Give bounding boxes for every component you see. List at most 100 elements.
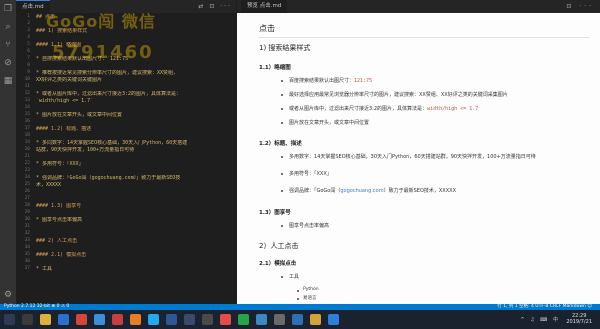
list-item: 工具 — [289, 274, 300, 280]
app-icon[interactable] — [94, 314, 105, 325]
edge-browser-icon[interactable] — [58, 314, 69, 325]
taskbar: ^ ♫ ⌨ 中 22:29 2019/7/21 — [0, 310, 600, 329]
vscode-icon[interactable] — [148, 314, 159, 325]
app-icon[interactable] — [112, 314, 123, 325]
line-number: 31 — [24, 224, 30, 229]
line-number: 21 — [24, 154, 30, 159]
code-line[interactable]: `width/high <= 1.7` — [36, 98, 232, 105]
line-number: 26 — [24, 189, 30, 194]
preview-tab[interactable]: 预览 点击.md — [241, 0, 288, 13]
list-item: 多用数字：14天掌握SEO核心基础，30天入门Python，60天搭建站群，90… — [289, 154, 536, 160]
activity-bar: ❐ ⌕ ⑂ ⊘ ▦ ⚙ — [0, 0, 16, 304]
code-line[interactable]: XX好评之类的关键词关键图片 — [36, 77, 232, 84]
sub-list-item: 易语言 — [303, 296, 317, 301]
app-icon[interactable] — [292, 314, 303, 325]
code-line[interactable]: * 推荐按搜近常见搜索分辨率尺寸的图片，建议搜索：XX赞组， — [36, 70, 232, 77]
app-icon[interactable] — [202, 314, 213, 325]
file-explorer-icon[interactable] — [40, 314, 51, 325]
line-number: 22 — [24, 161, 30, 166]
line-number: 19 — [24, 140, 30, 145]
line-number: 12 — [24, 91, 30, 96]
list-item: 多用符号：「XXX」 — [289, 171, 332, 177]
chrome-icon[interactable] — [76, 314, 87, 325]
line-number: 1 — [27, 14, 30, 19]
code-line[interactable]: #### 2.1) 模拟点击 — [36, 252, 232, 259]
code-line[interactable]: * 或者从图片库中，过滤出来尺寸接近3:2的图片，具体算法是： — [36, 91, 232, 98]
code-line[interactable]: #### 1.3) 图享号 — [36, 203, 232, 210]
code-line[interactable]: * 工具 — [36, 266, 232, 273]
preview-heading-s2: 2）人工点击 — [259, 242, 299, 250]
editor-pane: 点击.md ⇄ ⊡ ··· 1 2 3 4 5 6 7 8 9 10 11 12 13 14 15 16 17 1… — [16, 0, 236, 304]
bullet — [281, 80, 283, 82]
line-number: 34 — [24, 245, 30, 250]
sub-bullet — [297, 290, 299, 292]
settings-gear-icon[interactable]: ⚙ — [3, 290, 13, 300]
divider — [259, 37, 589, 38]
preview-heading-s12: 1.2）标题、描述 — [259, 141, 302, 147]
line-number: 10 — [24, 77, 30, 82]
bullet — [281, 122, 283, 124]
sub-list-item: Python — [303, 287, 319, 292]
line-number: 5 — [27, 42, 30, 47]
code-line[interactable]: * 多用符号：「XXX」 — [36, 161, 232, 168]
list-item: 或者从图片库中，过滤出来尺寸接近3:2的图片，具体算法是：width/high … — [289, 106, 479, 112]
extensions-icon[interactable]: ▦ — [3, 76, 13, 86]
code-line[interactable]: * 图片放在文章开头，或文章中间位置 — [36, 112, 232, 119]
line-number: 30 — [24, 217, 30, 222]
line-number: 9 — [27, 70, 30, 75]
brand-link[interactable]: gogochuang.com — [340, 188, 383, 194]
app-icon[interactable] — [184, 314, 195, 325]
line-number: 32 — [24, 231, 30, 236]
code-line[interactable]: 术，XXXXX — [36, 182, 232, 189]
line-number: 3 — [27, 28, 30, 33]
bullet — [281, 276, 283, 278]
clock-date: 2019/7/21 — [566, 319, 592, 325]
bullet — [281, 108, 283, 110]
system-tray[interactable]: ^ ♫ ⌨ 中 — [520, 316, 560, 323]
line-number: 20 — [24, 147, 30, 152]
app-icon[interactable] — [256, 314, 267, 325]
code-line[interactable]: * 强调品牌：「GoGo闯（gogochuang.com）」致力于最新SEO技 — [36, 175, 232, 182]
app-icon[interactable] — [310, 314, 321, 325]
line-number: 11 — [24, 84, 30, 89]
preview-heading-s13: 1.3）图享号 — [259, 210, 291, 216]
line-number: 29 — [24, 210, 30, 215]
bullet — [281, 173, 283, 175]
firefox-icon[interactable] — [130, 314, 141, 325]
code-line[interactable]: #### 1.2) 标题、描述 — [36, 126, 232, 133]
preview-heading-s1: 1) 搜索结果样式 — [259, 44, 311, 52]
search-taskbar-icon[interactable] — [22, 314, 33, 325]
explorer-icon[interactable]: ❐ — [3, 4, 13, 14]
debug-icon[interactable]: ⊘ — [3, 58, 13, 68]
line-number: 8 — [27, 63, 30, 68]
app-icon[interactable] — [166, 314, 177, 325]
app-icon[interactable] — [220, 314, 231, 325]
line-number: 37 — [24, 266, 30, 271]
line-number: 4 — [27, 35, 30, 40]
preview-tab-bar: 预览 点击.md ⊡ ··· — [237, 0, 600, 13]
bullet — [281, 190, 283, 192]
editor-tab[interactable]: 点击.md — [16, 0, 50, 13]
preview-tab-actions-icon[interactable]: ⊡ ··· — [566, 3, 594, 10]
code-line[interactable]: * 图享号点击率偏高 — [36, 217, 232, 224]
line-number: 6 — [27, 49, 30, 54]
line-number: 24 — [24, 175, 30, 180]
code-line[interactable]: 站群，90天快拌开发，100+万流量指日可待 — [36, 147, 232, 154]
source-control-icon[interactable]: ⑂ — [3, 40, 13, 50]
app-icon[interactable] — [328, 314, 339, 325]
list-item: 图片放在文章开头，或文章中间位置 — [289, 120, 370, 126]
bullet — [281, 225, 283, 227]
line-number: 33 — [24, 238, 30, 243]
code-line[interactable]: ### 2) 人工点击 — [36, 238, 232, 245]
list-item: 图享号点击率偏高 — [289, 223, 330, 229]
start-button-icon[interactable] — [4, 314, 15, 325]
search-icon[interactable]: ⌕ — [3, 22, 13, 32]
editor-tab-title: 点击.md — [22, 4, 44, 10]
code-line[interactable]: * 多同数字：14天掌握SEO核心基础，30天入门Python，60天搭建 — [36, 140, 232, 147]
list-item: 强调品牌：「GoGo闯（gogochuang.com）致力于最新SEO技术，XX… — [289, 188, 457, 194]
preview-heading-s11: 1.1）略缩图 — [259, 65, 291, 71]
app-icon[interactable] — [274, 314, 285, 325]
wechat-icon[interactable] — [238, 314, 249, 325]
taskbar-clock[interactable]: 22:29 2019/7/21 — [566, 313, 592, 325]
line-number: 35 — [24, 252, 30, 257]
